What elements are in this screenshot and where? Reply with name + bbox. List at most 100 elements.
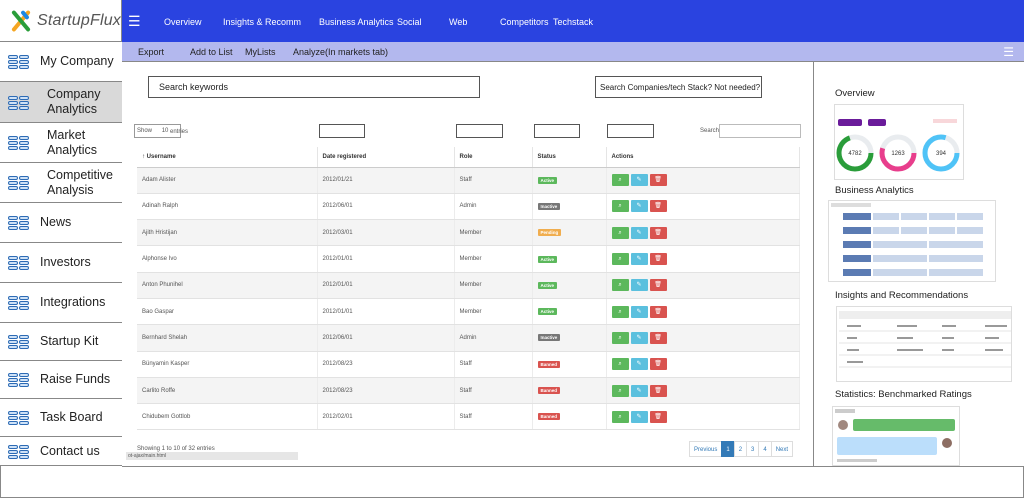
sidebar-item-label: Startup Kit <box>40 334 99 348</box>
app-name: StartupFlux <box>36 11 121 29</box>
pagination-page[interactable]: 4 <box>758 441 772 457</box>
edit-button[interactable]: ✎ <box>630 226 648 239</box>
edit-button[interactable]: ✎ <box>630 331 648 344</box>
pagination-page[interactable]: 1 <box>721 441 735 457</box>
cell-actions: ⌕ ✎ 🗑 <box>606 272 800 299</box>
statistics-thumbnail[interactable] <box>832 406 960 466</box>
table-search-input[interactable] <box>719 124 801 138</box>
role-filter-input[interactable] <box>456 124 503 138</box>
table-row: Anton Phunihel 2012/01/01 Member Active ⌕ ✎ 🗑 <box>137 272 800 299</box>
nav-link-web[interactable]: Web <box>449 17 467 27</box>
sidebar-item-competitive-analysis[interactable]: Competitive Analysis <box>0 163 122 203</box>
cell-actions: ⌕ ✎ 🗑 <box>606 351 800 378</box>
delete-button[interactable]: 🗑 <box>649 358 667 371</box>
sidebar-item-label: Competitive Analysis <box>47 167 113 197</box>
nav-link-business-analytics[interactable]: Business Analytics <box>319 17 394 27</box>
sidebar-item-raise-funds[interactable]: Raise Funds <box>0 361 122 399</box>
edit-button[interactable]: ✎ <box>630 253 648 266</box>
menu-icon[interactable]: ☰ <box>1003 45 1014 59</box>
pagination: Previous 1 2 3 4 Next <box>689 441 794 457</box>
edit-button[interactable]: ✎ <box>630 384 648 397</box>
status-filter-input[interactable] <box>534 124 580 138</box>
delete-button[interactable]: 🗑 <box>649 305 667 318</box>
sidebar-item-startup-kit[interactable]: Startup Kit <box>0 323 122 361</box>
sidebar-item-market-analytics[interactable]: Market Analytics <box>0 123 122 163</box>
cell-status: Pending <box>532 219 607 247</box>
delete-button[interactable]: 🗑 <box>649 331 667 344</box>
logo[interactable]: StartupFlux <box>0 0 122 42</box>
sidebar-item-task-board[interactable]: Task Board <box>0 399 122 437</box>
sidebar-item-contact-us[interactable]: Contact us <box>0 437 122 466</box>
view-button[interactable]: ⌕ <box>611 253 629 266</box>
delete-button[interactable]: 🗑 <box>649 384 667 397</box>
action-export[interactable]: Export <box>138 47 164 57</box>
delete-button[interactable]: 🗑 <box>649 253 667 266</box>
nav-link-overview[interactable]: Overview <box>164 17 202 27</box>
delete-button[interactable]: 🗑 <box>649 200 667 213</box>
edit-button[interactable]: ✎ <box>630 174 648 187</box>
column-header[interactable]: Actions <box>606 147 800 168</box>
statistics-preview <box>835 409 955 462</box>
cell-actions: ⌕ ✎ 🗑 <box>606 245 800 273</box>
table-header-row: ↑ Username Date registered Role Status Actio… <box>137 147 800 168</box>
view-button[interactable]: ⌕ <box>611 279 629 292</box>
view-button[interactable]: ⌕ <box>611 384 629 397</box>
server-stack-icon <box>8 335 30 349</box>
nav-link-social[interactable]: Social <box>397 17 422 27</box>
sidebar-item-investors[interactable]: Investors <box>0 243 122 283</box>
business-analytics-thumbnail[interactable] <box>828 200 996 282</box>
actions-filter-input[interactable] <box>607 124 654 138</box>
nav-link-insights-recomm[interactable]: Insights & Recomm <box>223 17 301 27</box>
view-button[interactable]: ⌕ <box>611 174 629 187</box>
sidebar-item-integrations[interactable]: Integrations <box>0 283 122 323</box>
sidebar-item-news[interactable]: News <box>0 203 122 243</box>
date-filter-input[interactable] <box>319 124 365 138</box>
edit-button[interactable]: ✎ <box>630 410 648 423</box>
sidebar-item-label: Investors <box>40 255 91 269</box>
edit-button[interactable]: ✎ <box>630 279 648 292</box>
column-header[interactable]: Role <box>454 147 533 168</box>
delete-button[interactable]: 🗑 <box>649 279 667 292</box>
column-header[interactable]: Date registered <box>317 147 455 168</box>
search-keywords-input[interactable]: Search keywords <box>148 76 480 98</box>
column-header[interactable]: Status <box>532 147 607 168</box>
hamburger-menu-icon[interactable]: ☰ <box>128 14 141 28</box>
cell-status: Active <box>532 167 607 194</box>
cell-role: Member <box>454 272 533 299</box>
search-companies-input[interactable]: Search Companies/tech Stack? Not needed? <box>595 76 762 98</box>
pagination-page[interactable]: 3 <box>746 441 760 457</box>
sidebar-item-company-analytics[interactable]: Company Analytics <box>0 82 122 123</box>
server-stack-icon <box>8 256 30 270</box>
nav-link-competitors[interactable]: Competitors <box>500 17 549 27</box>
sidebar-item-my-company[interactable]: My Company <box>0 42 122 82</box>
delete-button[interactable]: 🗑 <box>649 410 667 423</box>
cell-role: Staff <box>454 377 533 405</box>
view-button[interactable]: ⌕ <box>611 226 629 239</box>
action-mylists[interactable]: MyLists <box>245 47 276 57</box>
pagination-page[interactable]: 2 <box>733 441 748 457</box>
edit-button[interactable]: ✎ <box>630 200 648 213</box>
pagination-next[interactable]: Next <box>770 441 794 457</box>
view-button[interactable]: ⌕ <box>611 410 629 423</box>
view-button[interactable]: ⌕ <box>611 305 629 318</box>
server-stack-icon <box>8 136 30 150</box>
insights-thumbnail[interactable] <box>836 306 1012 382</box>
view-button[interactable]: ⌕ <box>611 200 629 213</box>
action-add-to-list[interactable]: Add to List <box>190 47 233 57</box>
delete-button[interactable]: 🗑 <box>649 174 667 187</box>
cell-date: 2012/06/01 <box>317 324 455 352</box>
view-button[interactable]: ⌕ <box>611 331 629 344</box>
action-analyze-in-markets-tab[interactable]: Analyze(In markets tab) <box>293 47 388 57</box>
overview-thumbnail[interactable]: 4782 1263 394 <box>834 104 964 180</box>
edit-button[interactable]: ✎ <box>630 358 648 371</box>
edit-button[interactable]: ✎ <box>630 305 648 318</box>
cell-role: Staff <box>454 403 533 431</box>
view-button[interactable]: ⌕ <box>611 358 629 371</box>
cell-actions: ⌕ ✎ 🗑 <box>606 219 800 247</box>
sidebar-item-label: Contact us <box>40 443 100 458</box>
table-search-label: Search: <box>700 128 721 134</box>
pagination-previous[interactable]: Previous <box>689 441 723 457</box>
column-header[interactable]: ↑ Username <box>137 147 318 168</box>
delete-button[interactable]: 🗑 <box>649 226 667 239</box>
nav-link-techstack[interactable]: Techstack <box>553 17 593 27</box>
